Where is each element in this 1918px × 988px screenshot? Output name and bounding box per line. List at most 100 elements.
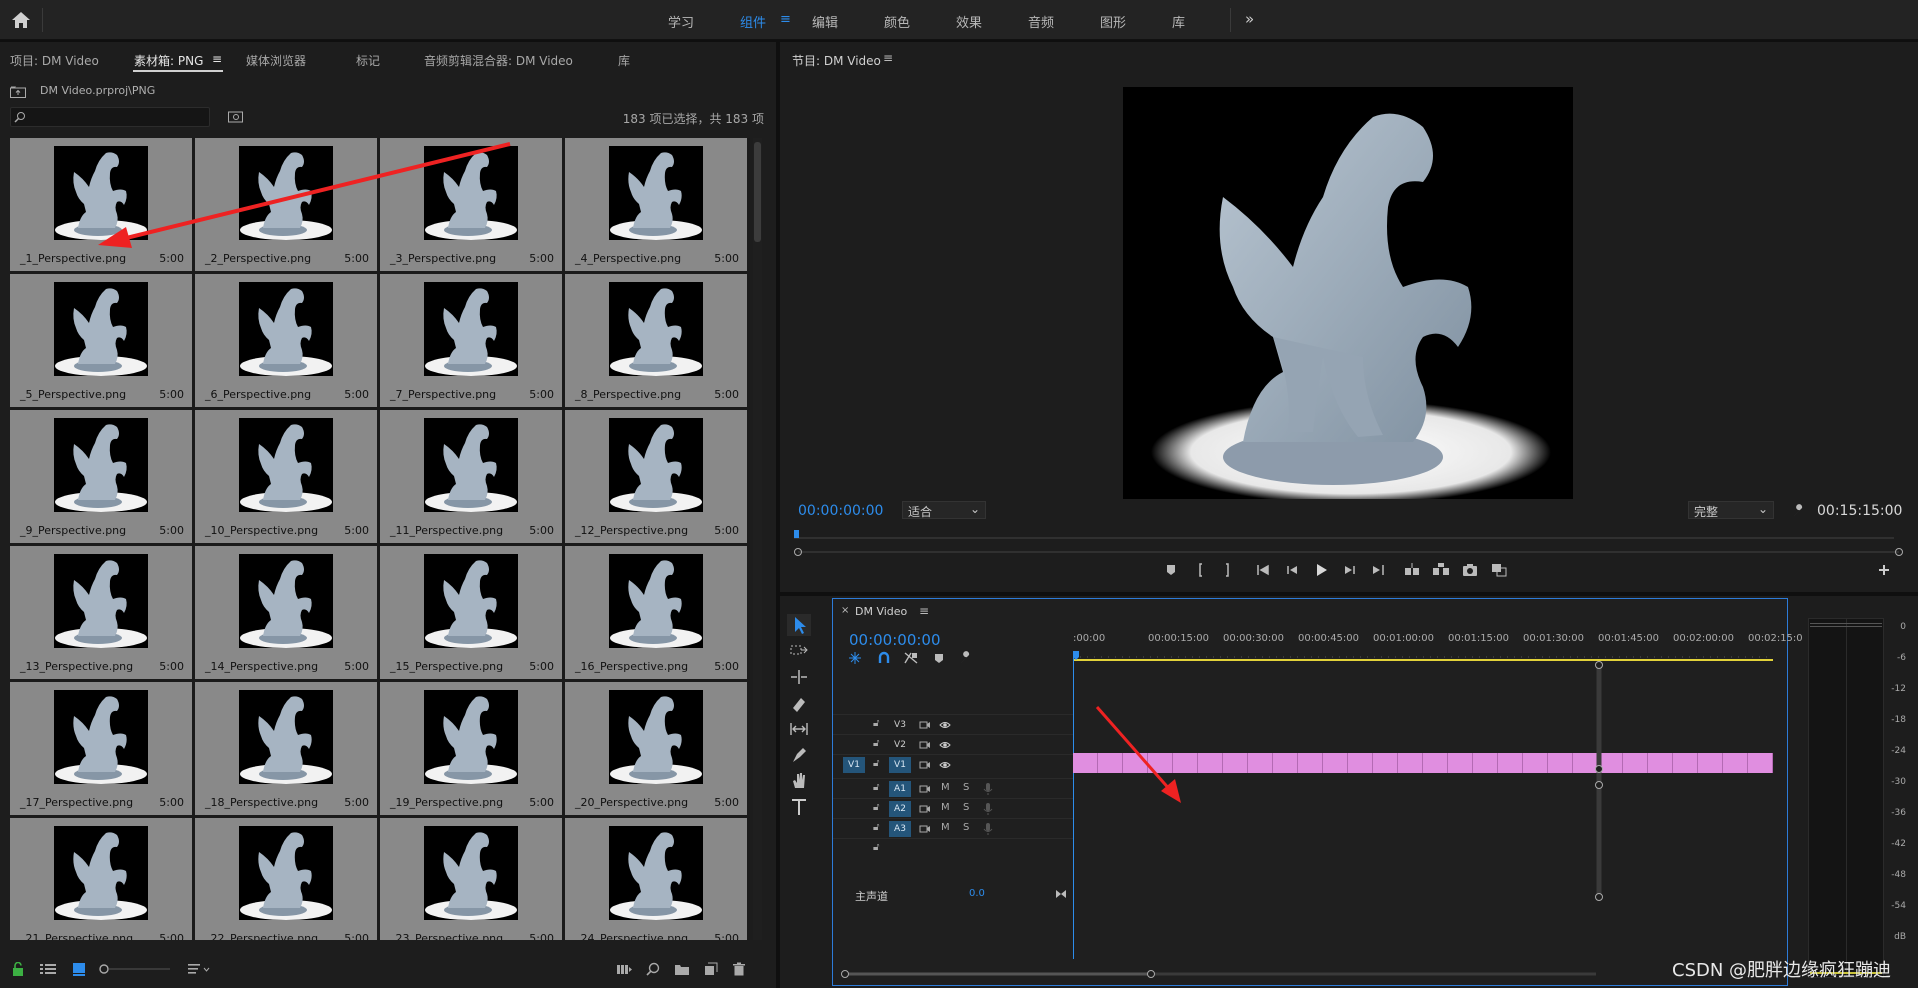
media-item[interactable]: _9_Perspective.png 5:00 [10, 410, 192, 543]
workspace-tab[interactable]: 图形 [1100, 12, 1126, 31]
clip-segment[interactable] [1273, 753, 1298, 773]
comparison-view-icon[interactable] [1489, 560, 1509, 580]
media-item[interactable]: _18_Perspective.png 5:00 [195, 682, 377, 815]
clip-segment[interactable] [1248, 753, 1273, 773]
solo-button[interactable]: S [963, 822, 969, 833]
clip-segment[interactable] [1498, 753, 1523, 773]
workspace-tab[interactable]: 组件 [740, 12, 766, 31]
clip-segment[interactable] [1623, 753, 1648, 773]
clip-segment[interactable] [1348, 753, 1373, 773]
media-item[interactable]: _11_Perspective.png 5:00 [380, 410, 562, 543]
monitor-time-ruler[interactable] [794, 530, 1894, 540]
media-item[interactable]: _6_Perspective.png 5:00 [195, 274, 377, 407]
list-view-icon[interactable] [40, 963, 56, 975]
mute-button[interactable]: M [941, 782, 950, 793]
add-marker-icon[interactable] [1161, 560, 1181, 580]
home-icon[interactable] [10, 9, 32, 31]
media-item[interactable]: _22_Perspective.png 5:00 [195, 818, 377, 940]
wrench-icon[interactable] [1792, 504, 1806, 518]
video-track-header[interactable]: V1 🔓︎ V1 [833, 754, 1073, 774]
lock-icon[interactable] [12, 962, 24, 976]
clip-segment[interactable] [1748, 753, 1773, 773]
lock-icon[interactable]: 🔓︎ [873, 758, 879, 769]
master-volume-value[interactable]: 0.0 [969, 888, 985, 899]
find-icon[interactable] [646, 962, 660, 976]
clip-segment[interactable] [1548, 753, 1573, 773]
track-label[interactable]: A2 [889, 801, 911, 817]
track-label[interactable]: A1 [889, 781, 911, 797]
track-label[interactable]: V2 [889, 737, 911, 753]
media-item[interactable]: _12_Perspective.png 5:00 [565, 410, 747, 543]
lock-icon[interactable]: 🔓︎ [873, 802, 879, 813]
eye-icon[interactable] [939, 760, 951, 770]
eye-icon[interactable] [939, 720, 951, 730]
lock-icon[interactable]: 🔓︎ [873, 782, 879, 793]
folder-up-icon[interactable] [10, 86, 26, 98]
workspace-tab[interactable]: 编辑 [812, 12, 838, 31]
clip-segment[interactable] [1648, 753, 1673, 773]
media-item[interactable]: _16_Perspective.png 5:00 [565, 546, 747, 679]
mute-button[interactable]: M [941, 822, 950, 833]
video-track-header[interactable]: 🔓︎ V3 [833, 714, 1073, 734]
export-frame-icon[interactable] [1460, 560, 1480, 580]
solo-button[interactable]: S [963, 782, 969, 793]
go-to-in-icon[interactable] [1253, 560, 1273, 580]
selection-tool-icon[interactable] [787, 614, 811, 636]
audio-track-header[interactable]: 🔓︎ A2 M S [833, 798, 1073, 818]
lock-icon[interactable]: 🔓︎ [873, 738, 879, 749]
sync-lock-icon[interactable] [919, 804, 931, 814]
source-patch-v1[interactable]: V1 [843, 757, 865, 773]
clip-segment[interactable] [1448, 753, 1473, 773]
ripple-edit-tool-icon[interactable] [787, 666, 811, 688]
slip-tool-icon[interactable] [787, 718, 811, 740]
audio-track-header[interactable]: 🔓︎ A1 M S [833, 778, 1073, 798]
timeline-timecode[interactable]: 00:00:00:00 [849, 631, 941, 649]
media-item[interactable]: _4_Perspective.png 5:00 [565, 138, 747, 271]
linked-selection-icon[interactable] [903, 651, 919, 665]
clip-segment[interactable] [1723, 753, 1748, 773]
workspace-tab[interactable]: 学习 [668, 12, 694, 31]
zoom-slider[interactable] [98, 962, 178, 976]
microphone-icon[interactable] [983, 822, 993, 836]
zoom-level-select[interactable]: 适合 ⌄ [902, 501, 986, 519]
sequence-tab-title[interactable]: DM Video [855, 605, 907, 618]
media-item[interactable]: _7_Perspective.png 5:00 [380, 274, 562, 407]
clip-segment[interactable] [1473, 753, 1498, 773]
step-forward-icon[interactable] [1340, 560, 1360, 580]
track-label[interactable]: A3 [889, 821, 911, 837]
sort-icon[interactable] [188, 962, 210, 976]
wrench-icon[interactable] [959, 651, 973, 665]
sync-lock-icon[interactable] [919, 740, 931, 750]
snap-icon[interactable] [877, 651, 891, 665]
media-item[interactable]: _17_Perspective.png 5:00 [10, 682, 192, 815]
media-item[interactable]: _15_Perspective.png 5:00 [380, 546, 562, 679]
horizontal-zoom-scrollbar[interactable] [841, 969, 1601, 979]
track-label[interactable]: V3 [889, 717, 911, 733]
panel-menu-icon[interactable]: ≡ [919, 604, 929, 618]
razor-tool-icon[interactable] [787, 692, 811, 714]
media-item[interactable]: _20_Perspective.png 5:00 [565, 682, 747, 815]
lock-icon[interactable]: 🔓︎ [873, 718, 879, 729]
solo-button[interactable]: S [963, 802, 969, 813]
track-label[interactable]: V1 [889, 757, 911, 773]
lock-icon[interactable]: 🔓︎ [873, 842, 879, 853]
workspace-menu-icon[interactable]: ≡ [780, 12, 791, 27]
mark-in-icon[interactable] [1191, 560, 1211, 580]
clip-segment[interactable] [1373, 753, 1398, 773]
media-item[interactable]: _21_Perspective.png 5:00 [10, 818, 192, 940]
step-back-icon[interactable] [1282, 560, 1302, 580]
media-item[interactable]: _19_Perspective.png 5:00 [380, 682, 562, 815]
playback-resolution-select[interactable]: 完整 ⌄ [1688, 501, 1774, 519]
clip-segment[interactable] [1398, 753, 1423, 773]
panel-menu-icon[interactable]: ≡ [212, 52, 222, 66]
play-icon[interactable] [1311, 560, 1331, 580]
clip-segment[interactable] [1673, 753, 1698, 773]
lock-icon[interactable]: 🔓︎ [873, 822, 879, 833]
media-item[interactable]: _8_Perspective.png 5:00 [565, 274, 747, 407]
type-tool-icon[interactable] [787, 796, 811, 818]
clip-segment[interactable] [1298, 753, 1323, 773]
panel-tab[interactable]: 音频剪辑混合器: DM Video [424, 52, 573, 69]
hand-tool-icon[interactable] [787, 770, 811, 792]
clip-segment[interactable] [1323, 753, 1348, 773]
mute-button[interactable]: M [941, 802, 950, 813]
